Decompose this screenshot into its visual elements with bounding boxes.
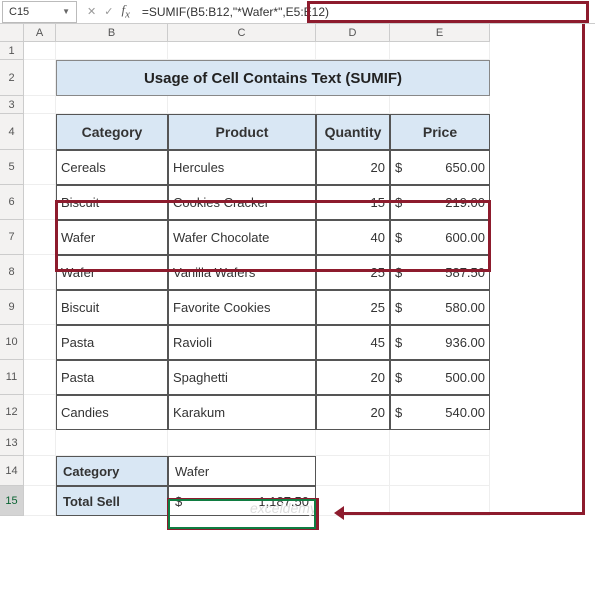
- hdr-qty[interactable]: Quantity: [316, 114, 390, 150]
- row-1[interactable]: 1: [0, 42, 24, 60]
- row-15[interactable]: 15: [0, 486, 24, 516]
- col-D[interactable]: D: [316, 24, 390, 42]
- hdr-price[interactable]: Price: [390, 114, 490, 150]
- col-E[interactable]: E: [390, 24, 490, 42]
- hdr-prod[interactable]: Product: [168, 114, 316, 150]
- formula-bar: C15 ▼ ✕ ✓ fx =SUMIF(B5:B12,"*Wafer*",E5:…: [0, 0, 595, 24]
- row-14[interactable]: 14: [0, 456, 24, 486]
- select-all[interactable]: [0, 24, 24, 42]
- dropdown-icon[interactable]: ▼: [62, 7, 70, 16]
- sheet: A B C D E 1 2 Usage of Cell Contains Tex…: [0, 24, 595, 516]
- cell-A1[interactable]: [24, 42, 56, 60]
- accept-icon[interactable]: ✓: [104, 5, 113, 18]
- row-6[interactable]: 6: [0, 185, 24, 220]
- table-cell[interactable]: 20: [316, 150, 390, 185]
- hdr-cat[interactable]: Category: [56, 114, 168, 150]
- name-box[interactable]: C15 ▼: [2, 1, 77, 23]
- page-title[interactable]: Usage of Cell Contains Text (SUMIF): [56, 60, 490, 96]
- row-4[interactable]: 4: [0, 114, 24, 150]
- arrow-horizontal: [340, 512, 585, 515]
- cancel-icon[interactable]: ✕: [87, 5, 96, 18]
- fx-group: ✕ ✓ fx: [79, 2, 138, 21]
- name-box-value: C15: [9, 6, 29, 18]
- col-C[interactable]: C: [168, 24, 316, 42]
- row-10[interactable]: 10: [0, 325, 24, 360]
- row-3[interactable]: 3: [0, 96, 24, 114]
- row-13[interactable]: 13: [0, 430, 24, 456]
- col-A[interactable]: A: [24, 24, 56, 42]
- row-12[interactable]: 12: [0, 395, 24, 430]
- fx-icon[interactable]: fx: [121, 2, 129, 21]
- table-cell[interactable]: $650.00: [390, 150, 490, 185]
- arrow-vertical: [582, 24, 585, 514]
- table-cell[interactable]: Cereals: [56, 150, 168, 185]
- formula-input[interactable]: =SUMIF(B5:B12,"*Wafer*",E5:E12): [138, 5, 595, 19]
- summary-total-label[interactable]: Total Sell: [56, 486, 168, 516]
- arrow-head-icon: [334, 506, 344, 520]
- row-11[interactable]: 11: [0, 360, 24, 395]
- summary-total-val[interactable]: $1,187.50: [168, 486, 316, 516]
- row-2[interactable]: 2: [0, 60, 24, 96]
- table-cell[interactable]: Hercules: [168, 150, 316, 185]
- summary-cat-label[interactable]: Category: [56, 456, 168, 486]
- row-7[interactable]: 7: [0, 220, 24, 255]
- row-5[interactable]: 5: [0, 150, 24, 185]
- summary-cat-val[interactable]: Wafer: [168, 456, 316, 486]
- row-9[interactable]: 9: [0, 290, 24, 325]
- row-8[interactable]: 8: [0, 255, 24, 290]
- col-B[interactable]: B: [56, 24, 168, 42]
